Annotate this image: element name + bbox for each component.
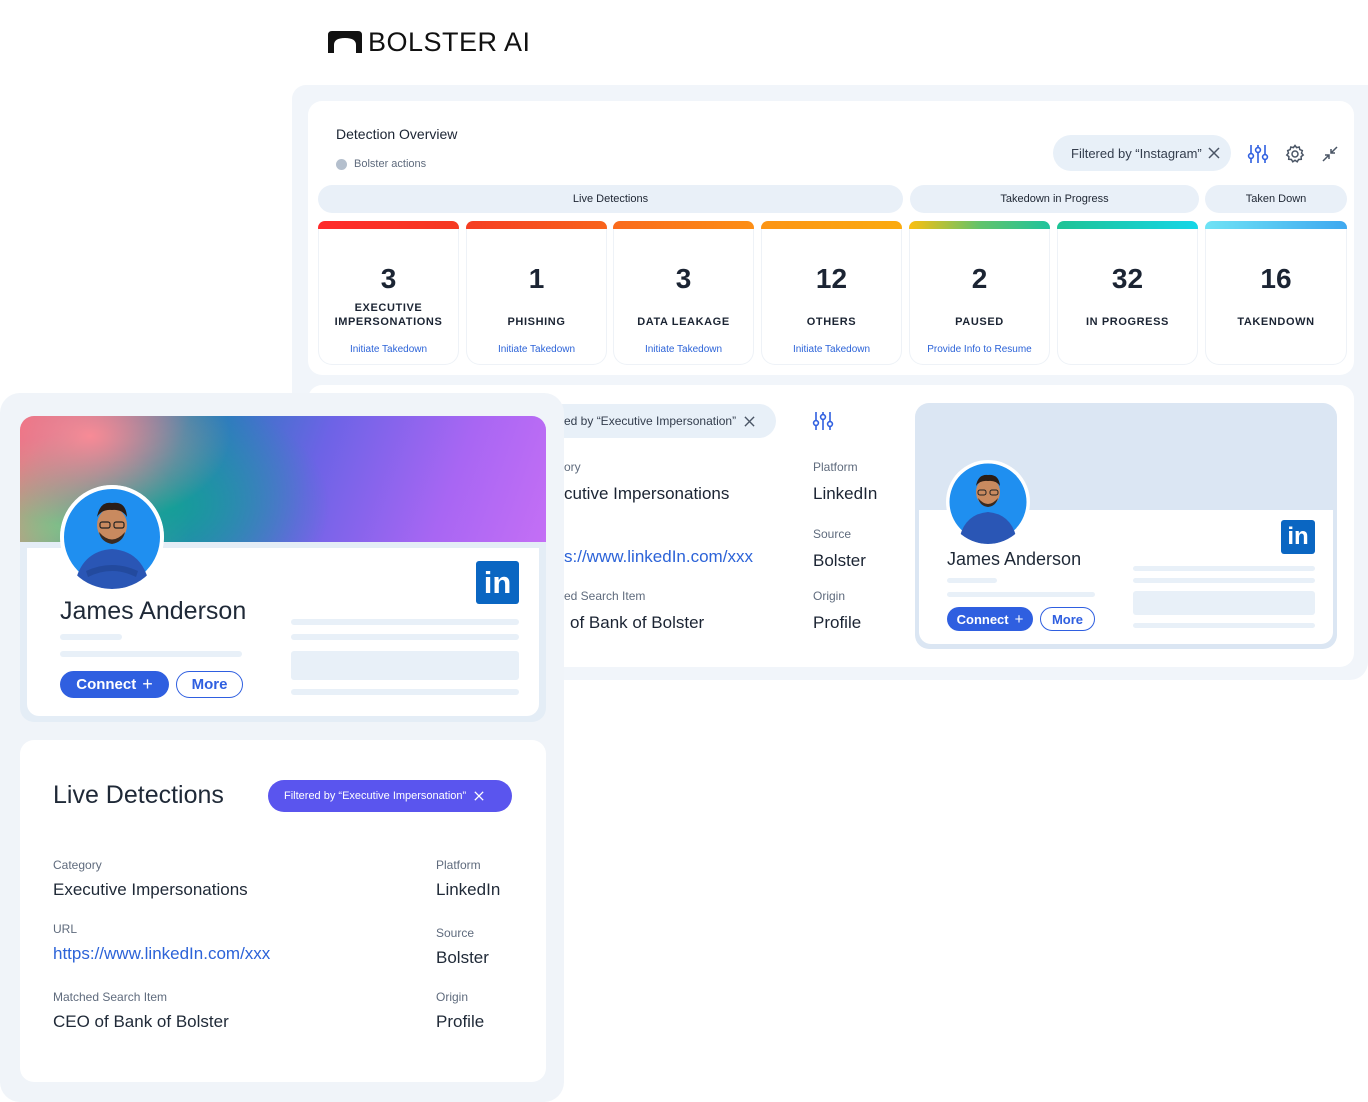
skeleton-block [291,651,519,680]
stat-label: TAKENDOWN [1237,316,1315,328]
url-link[interactable]: s://www.linkedIn.com/xxx [564,547,753,567]
skeleton-line [60,651,242,657]
stat-card-takendown: 16 TAKENDOWN [1205,229,1347,365]
origin-value: Profile [813,613,862,632]
platform-label: Platform [813,460,858,474]
stat-card-others: 12 OTHERS Initiate Takedown [761,229,902,365]
stat-label: DATA LEAKAGE [637,316,730,328]
origin-value: Profile [436,1012,485,1031]
skeleton-line [1133,623,1315,628]
avatar [60,485,164,589]
skeleton-line [1133,578,1315,583]
source-label: Source [436,926,475,940]
collapse-icon[interactable] [1318,142,1342,166]
tab-live-detections[interactable]: Live Detections [318,185,903,213]
stat-card-paused: 2 PAUSED Provide Info to Resume [909,229,1050,365]
category-value: Executive Impersonations [53,880,248,899]
tab-takedown-in-progress[interactable]: Takedown in Progress [910,185,1199,213]
more-button[interactable]: More [1040,607,1095,631]
matched-search-value: of Bank of Bolster [570,613,705,632]
skeleton-line [60,634,122,640]
filter-sliders-icon[interactable] [1246,142,1270,166]
skeleton-line [1133,566,1315,571]
bolster-logo-icon [328,31,362,53]
stat-label: PAUSED [955,316,1004,328]
connect-label: Connect [76,676,137,693]
stat-label: IN PROGRESS [1085,316,1169,328]
origin-label: Origin [813,589,846,603]
connect-button[interactable]: Connect + [60,671,169,698]
connect-button[interactable]: Connect + [947,607,1033,631]
skeleton-line [291,634,519,640]
source-value: Bolster [813,551,866,570]
platform-value: LinkedIn [436,880,501,899]
close-icon[interactable] [474,791,484,801]
stat-card-in-progress: 32 IN PROGRESS [1057,229,1198,365]
filter-sliders-icon[interactable] [812,410,834,437]
linkedin-icon: in [1281,520,1315,554]
matched-search-value: CEO of Bank of Bolster [53,1012,229,1031]
stat-value: 32 [1111,263,1144,294]
instagram-filter-chip[interactable]: Filtered by “Instagram” [1053,135,1231,171]
platform-value: LinkedIn [813,484,878,503]
stat-label: OTHERS [806,316,857,328]
plus-icon: + [1014,610,1024,628]
matched-search-label: ed Search Item [564,589,646,603]
brand-name: BOLSTER AI [368,27,531,57]
category-label: Category [53,858,102,872]
stat-value: 1 [528,263,545,294]
legend: Bolster actions [336,158,426,170]
legend-dot-icon [336,158,347,170]
filter-chip-label: Filtered by “Executive Impersonation” [284,790,467,802]
skeleton-line [947,578,997,583]
connect-label: Connect [956,611,1009,627]
matched-search-label: Matched Search Item [53,990,168,1004]
url-label: URL [53,922,78,936]
tab-taken-down[interactable]: Taken Down [1205,185,1347,213]
avatar [946,460,1030,544]
category-value: cutive Impersonations [564,484,730,503]
legend-label: Bolster actions [354,158,427,170]
filter-chip-label: Filtered by “Instagram” [1071,145,1202,161]
initiate-takedown-link[interactable]: Initiate Takedown [614,344,753,355]
origin-label: Origin [436,990,469,1004]
plus-icon: + [142,674,153,694]
category-label: ory [564,460,581,474]
source-value: Bolster [436,948,489,967]
skeleton-line [291,619,519,625]
profile-name: James Anderson [947,549,1082,569]
stat-label: PHISHING [507,316,566,328]
stat-card-data-leakage: 3 DATA LEAKAGE Initiate Takedown [613,229,754,365]
stat-value: 2 [971,263,988,294]
platform-label: Platform [436,858,481,872]
stat-value: 12 [815,263,848,294]
stat-value: 3 [380,263,397,294]
stat-value: 16 [1260,263,1292,294]
skeleton-block [1133,591,1315,615]
skeleton-line [947,592,1095,597]
close-icon[interactable] [1208,147,1220,159]
executive-filter-chip-back[interactable]: ed by “Executive Impersonation” [546,404,776,438]
brand-logo: BOLSTER AI [328,27,531,57]
filter-chip-label: ed by “Executive Impersonation” [564,414,737,428]
source-label: Source [813,527,852,541]
url-link[interactable]: https://www.linkedIn.com/xxx [53,944,270,964]
profile-name: James Anderson [60,597,247,625]
initiate-takedown-link[interactable]: Initiate Takedown [467,344,606,355]
initiate-takedown-link[interactable]: Initiate Takedown [762,344,901,355]
stat-value: 3 [675,263,692,294]
stat-card-executive: 3 EXECUTIVE IMPERSONATIONS Initiate Take… [318,229,459,365]
linkedin-icon: in [476,561,519,604]
stat-card-phishing: 1 PHISHING Initiate Takedown [466,229,607,365]
initiate-takedown-link[interactable]: Initiate Takedown [319,344,458,355]
skeleton-line [291,689,519,695]
gear-icon[interactable] [1283,142,1307,166]
executive-filter-chip[interactable]: Filtered by “Executive Impersonation” [268,780,512,812]
close-icon[interactable] [744,415,755,427]
overview-title: Detection Overview [336,126,458,142]
stat-label: EXECUTIVE IMPERSONATIONS [334,302,443,328]
live-detections-title: Live Detections [53,781,224,809]
provide-info-link[interactable]: Provide Info to Resume [910,344,1049,355]
more-button[interactable]: More [176,671,243,698]
